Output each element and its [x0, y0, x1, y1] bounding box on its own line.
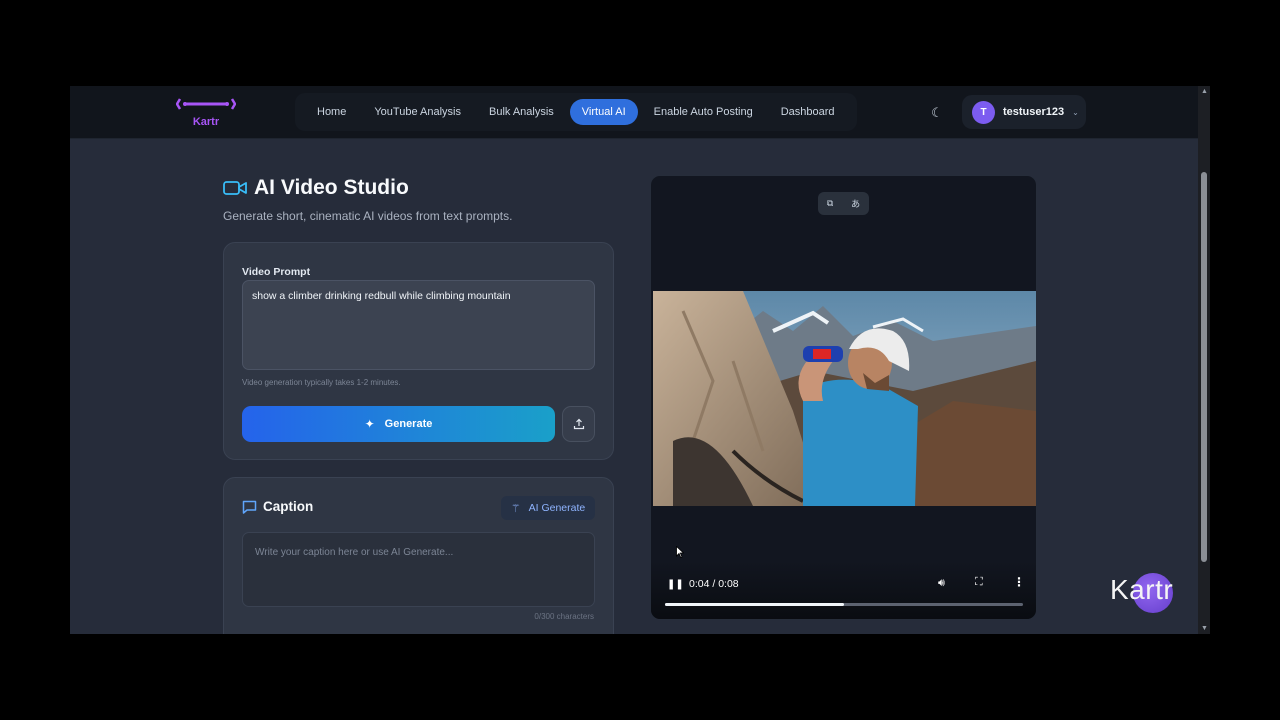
username: testuser123 [1003, 106, 1065, 118]
volume-icon[interactable]: 🔊︎ [938, 577, 945, 590]
more-options-icon[interactable]: ⋮ [1013, 575, 1025, 589]
ai-generate-label: AI Generate [528, 502, 586, 514]
kartr-logo[interactable]: Kartr [174, 94, 238, 134]
scroll-up-icon[interactable]: ▲ [1201, 88, 1208, 95]
caption-card: Caption ⚚ AI Generate Write your caption… [223, 477, 614, 634]
generate-button[interactable]: ✦ Generate [242, 406, 555, 442]
prompt-card: Video Prompt show a climber drinking red… [223, 242, 614, 460]
app-window: Kartr Home YouTube Analysis Bulk Analysi… [70, 86, 1210, 634]
studio-title: AI Video Studio [254, 176, 409, 199]
char-count: 0/300 characters [534, 612, 594, 621]
caption-title: Caption [263, 499, 314, 514]
watermark-text: Kartr [1110, 574, 1174, 605]
avatar: T [972, 100, 995, 124]
chevron-down-icon: ⌄ [1072, 107, 1079, 117]
scroll-thumb[interactable] [1201, 172, 1207, 562]
nav-enable-auto-posting[interactable]: Enable Auto Posting [642, 99, 765, 125]
playback-time: 0:04 / 0:08 [689, 578, 739, 590]
pause-icon[interactable]: ❚❚ [667, 579, 684, 590]
video-camera-icon [223, 181, 247, 195]
nav-dashboard[interactable]: Dashboard [769, 99, 847, 125]
progress-fill [665, 603, 844, 606]
mouse-cursor-icon [676, 546, 684, 558]
caption-placeholder: Write your caption here or use AI Genera… [255, 547, 454, 558]
fullscreen-icon[interactable]: ⛶ [975, 576, 983, 589]
generate-label: Generate [384, 418, 433, 430]
upload-icon [573, 418, 584, 430]
nav-bulk-analysis[interactable]: Bulk Analysis [477, 99, 566, 125]
nav-virtual-ai[interactable]: Virtual AI [569, 99, 638, 125]
player-controls: ❚❚ 0:04 / 0:08 🔊︎ ⛶ ⋮ [651, 561, 1036, 619]
video-frame[interactable] [653, 291, 1036, 506]
scrollbar[interactable]: ▲ ▼ [1198, 86, 1210, 634]
translate-icon[interactable]: あ [851, 197, 860, 210]
logo-text: Kartr [192, 116, 220, 128]
studio-subtitle: Generate short, cinematic AI videos from… [223, 209, 513, 223]
picture-in-picture-icon[interactable]: ⧉ [827, 198, 833, 209]
player-toolbar: ⧉ あ [818, 192, 869, 215]
page-title: AI Video Studio [223, 176, 409, 200]
logo-mark-icon [176, 98, 236, 110]
progress-bar[interactable] [665, 603, 1023, 606]
sparkles-icon: ✦ [364, 417, 375, 431]
prompt-label: Video Prompt [242, 266, 311, 278]
prompt-value: show a climber drinking redbull while cl… [252, 290, 511, 302]
caption-input[interactable]: Write your caption here or use AI Genera… [242, 532, 595, 607]
nav-links: Home YouTube Analysis Bulk Analysis Virt… [295, 93, 857, 131]
magic-wand-icon: ⚚ [510, 502, 521, 515]
top-navbar: Kartr Home YouTube Analysis Bulk Analysi… [70, 86, 1198, 139]
nav-youtube-analysis[interactable]: YouTube Analysis [362, 99, 473, 125]
video-player[interactable]: ⧉ あ ❚❚ 0:04 / 0:08 🔊︎ ⛶ ⋮ [650, 175, 1037, 620]
generation-hint: Video generation typically takes 1-2 min… [242, 378, 401, 387]
scroll-down-icon[interactable]: ▼ [1201, 625, 1208, 632]
prompt-input[interactable]: show a climber drinking redbull while cl… [242, 280, 595, 370]
user-menu[interactable]: T testuser123 ⌄ [962, 95, 1086, 129]
upload-button[interactable] [562, 406, 595, 442]
moon-icon[interactable]: ☾ [927, 103, 947, 123]
nav-home[interactable]: Home [305, 99, 358, 125]
caption-header: Caption [242, 499, 313, 514]
ai-generate-button[interactable]: ⚚ AI Generate [501, 496, 595, 520]
message-square-icon [242, 500, 257, 514]
